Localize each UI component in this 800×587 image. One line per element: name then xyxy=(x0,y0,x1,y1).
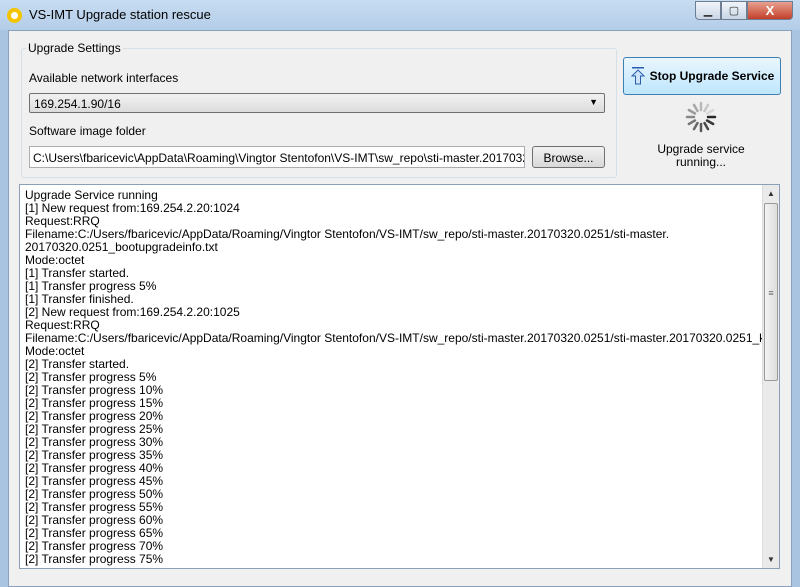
loading-spinner-icon xyxy=(685,101,717,133)
spinner-segment xyxy=(703,121,710,131)
log-line: Mode:octet xyxy=(25,344,85,358)
scroll-up-icon[interactable]: ▲ xyxy=(763,185,779,202)
group-title: Upgrade Settings xyxy=(26,41,123,55)
vertical-scrollbar[interactable]: ▲ ≡ ▼ xyxy=(762,185,779,568)
browse-button[interactable]: Browse... xyxy=(532,146,605,168)
maximize-button[interactable]: ▢ xyxy=(721,1,747,20)
app-logo-icon xyxy=(7,8,22,23)
log-line: 20170320.0251_bootupgradeinfo.txt xyxy=(25,240,218,254)
title-bar: VS-IMT Upgrade station rescue ▁ ▢ X xyxy=(0,0,800,30)
spinner-segment xyxy=(687,108,697,115)
minimize-button[interactable]: ▁ xyxy=(695,1,721,20)
software-folder-input[interactable]: C:\Users\fbaricevic\AppData\Roaming\Ving… xyxy=(29,146,525,168)
upload-arrow-icon xyxy=(630,67,645,85)
log-line: [2] New request from:169.254.2.20:1025 xyxy=(25,305,240,319)
network-interface-select[interactable]: 169.254.1.90/16 ▼ xyxy=(29,93,605,113)
scrollbar-thumb[interactable]: ≡ xyxy=(764,203,778,381)
log-line: [2] Transfer progress 75% xyxy=(25,552,164,566)
window-title: VS-IMT Upgrade station rescue xyxy=(29,7,211,22)
spinner-segment xyxy=(692,121,699,131)
spinner-segment xyxy=(687,119,697,126)
spinner-segment xyxy=(705,119,715,126)
log-line: Filename:C:/Users/fbaricevic/AppData/Roa… xyxy=(25,331,780,345)
log-line: [1] Transfer progress 5% xyxy=(25,279,157,293)
main-window: Available network interfaces 169.254.1.9… xyxy=(8,30,792,587)
stop-button-label: Stop Upgrade Service xyxy=(649,69,775,83)
log-lines: Upgrade Service running [1] New request f… xyxy=(25,189,780,566)
service-status-text: Upgrade service running... xyxy=(657,142,745,169)
spinner-segment xyxy=(692,103,699,113)
close-button[interactable]: X xyxy=(747,1,793,20)
log-line: [1] New request from:169.254.2.20:1024 xyxy=(25,201,240,215)
spinner-segment xyxy=(703,103,710,113)
log-line: Mode:octet xyxy=(25,253,85,267)
network-interfaces-label: Available network interfaces xyxy=(29,71,179,85)
upgrade-settings-group: Available network interfaces 169.254.1.9… xyxy=(21,48,617,178)
stop-upgrade-service-button[interactable]: Stop Upgrade Service xyxy=(623,57,781,95)
spinner-segment xyxy=(705,108,715,115)
scroll-down-icon[interactable]: ▼ xyxy=(763,551,779,568)
software-folder-label: Software image folder xyxy=(29,124,146,138)
selected-interface: 169.254.1.90/16 xyxy=(34,97,121,111)
chevron-down-icon: ▼ xyxy=(589,97,598,107)
log-output[interactable]: Upgrade Service running [1] New request f… xyxy=(19,184,780,569)
